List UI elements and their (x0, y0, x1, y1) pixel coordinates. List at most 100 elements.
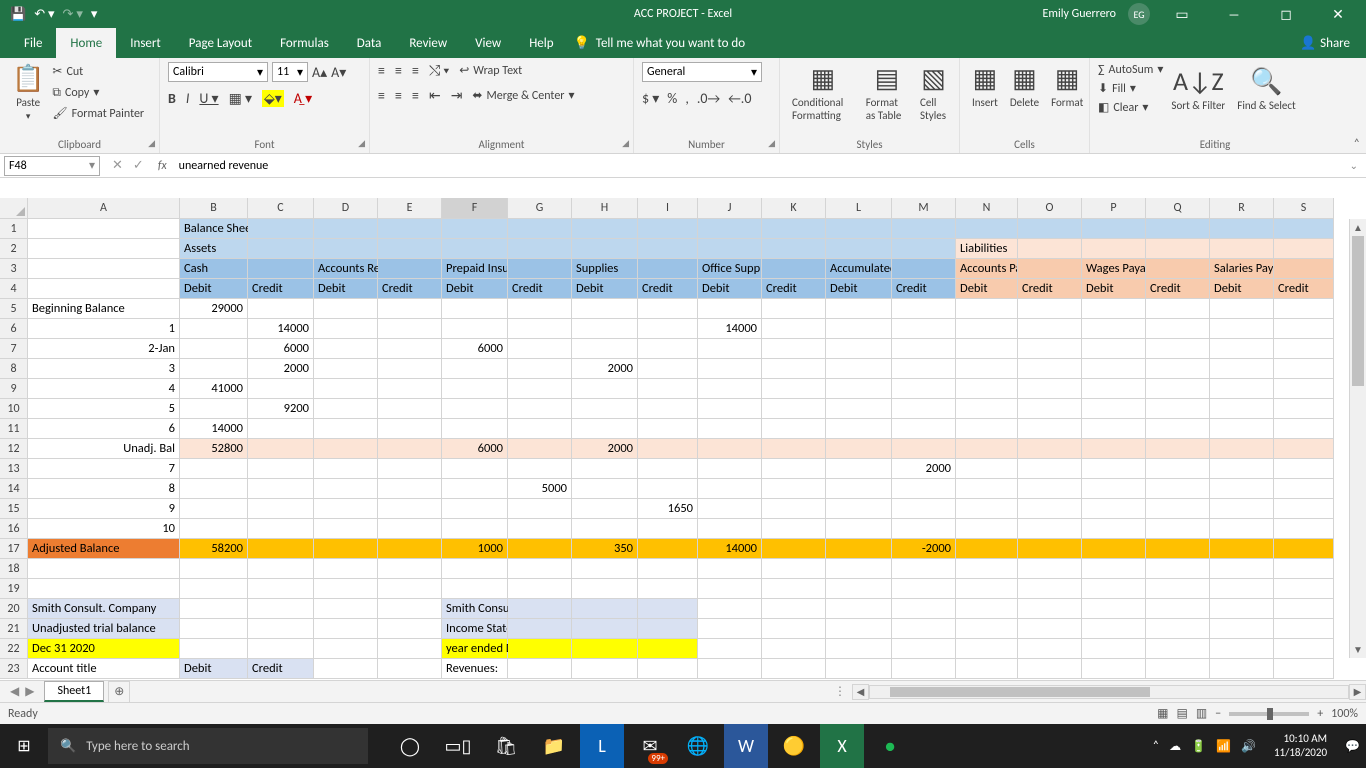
cell-F7[interactable]: 6000 (442, 339, 508, 359)
cell-E19[interactable] (378, 579, 442, 599)
cell-C17[interactable] (248, 539, 314, 559)
cell-Q17[interactable] (1146, 539, 1210, 559)
cell-N2[interactable]: Liabilities (956, 239, 1018, 259)
vertical-scrollbar[interactable]: ▲ ▼ (1349, 219, 1366, 658)
cell-C11[interactable] (248, 419, 314, 439)
find-select-button[interactable]: 🔍Find & Select (1233, 65, 1299, 112)
copy-button[interactable]: ⧉Copy ▾ (52, 85, 144, 100)
cell-O9[interactable] (1018, 379, 1082, 399)
cell-A2[interactable] (28, 239, 180, 259)
cell-H11[interactable] (572, 419, 638, 439)
cell-Q10[interactable] (1146, 399, 1210, 419)
cell-C5[interactable] (248, 299, 314, 319)
cell-S18[interactable] (1274, 559, 1334, 579)
colhead-O[interactable]: O (1018, 198, 1082, 219)
colhead-J[interactable]: J (698, 198, 762, 219)
cell-D15[interactable] (314, 499, 378, 519)
tab-home[interactable]: Home (56, 28, 116, 58)
cell-R3[interactable]: Salaries Payable (1210, 259, 1274, 279)
cell-I5[interactable] (638, 299, 698, 319)
zoom-slider[interactable] (1229, 712, 1309, 716)
task-view-icon[interactable]: ▭▯ (436, 724, 480, 768)
cell-M5[interactable] (892, 299, 956, 319)
wifi-icon[interactable]: 📶 (1216, 739, 1231, 754)
user-name[interactable]: Emily Guerrero (1043, 7, 1116, 21)
tray-expand-icon[interactable]: ˄ (1153, 739, 1159, 753)
cell-J17[interactable]: 14000 (698, 539, 762, 559)
cell-L12[interactable] (826, 439, 892, 459)
normal-view-icon[interactable]: ▦ (1157, 706, 1168, 721)
underline-button[interactable]: U ▾ (199, 90, 218, 107)
cell-E23[interactable] (378, 659, 442, 679)
cell-G16[interactable] (508, 519, 572, 539)
chrome-icon[interactable]: 🟡 (772, 724, 816, 768)
sheet-next-icon[interactable]: ▶ (25, 684, 34, 699)
cell-B11[interactable]: 14000 (180, 419, 248, 439)
cell-H5[interactable] (572, 299, 638, 319)
rowhead-21[interactable]: 21 (0, 619, 28, 639)
cell-M2[interactable] (892, 239, 956, 259)
page-layout-view-icon[interactable]: ▤ (1177, 706, 1188, 721)
colhead-R[interactable]: R (1210, 198, 1274, 219)
cell-D1[interactable] (314, 219, 378, 239)
cell-E12[interactable] (378, 439, 442, 459)
cell-S17[interactable] (1274, 539, 1334, 559)
cell-K7[interactable] (762, 339, 826, 359)
cell-I13[interactable] (638, 459, 698, 479)
insert-cells-button[interactable]: ▦Insert (968, 62, 1002, 109)
colhead-M[interactable]: M (892, 198, 956, 219)
cell-Q18[interactable] (1146, 559, 1210, 579)
cell-I16[interactable] (638, 519, 698, 539)
cell-C7[interactable]: 6000 (248, 339, 314, 359)
cell-G14[interactable]: 5000 (508, 479, 572, 499)
cell-M6[interactable] (892, 319, 956, 339)
cell-K4[interactable]: Credit (762, 279, 826, 299)
clear-button[interactable]: ◧Clear ▾ (1098, 100, 1163, 115)
cortana-icon[interactable]: ◯ (388, 724, 432, 768)
cell-F17[interactable]: 1000 (442, 539, 508, 559)
cell-F23[interactable]: Revenues: (442, 659, 508, 679)
zoom-out-icon[interactable]: − (1215, 707, 1221, 721)
cell-R20[interactable] (1210, 599, 1274, 619)
cell-F12[interactable]: 6000 (442, 439, 508, 459)
cell-K13[interactable] (762, 459, 826, 479)
cell-I14[interactable] (638, 479, 698, 499)
cell-A18[interactable] (28, 559, 180, 579)
cell-A11[interactable]: 6 (28, 419, 180, 439)
cell-M13[interactable]: 2000 (892, 459, 956, 479)
cell-G10[interactable] (508, 399, 572, 419)
cell-K9[interactable] (762, 379, 826, 399)
cell-J15[interactable] (698, 499, 762, 519)
border-button[interactable]: ▦ ▾ (229, 90, 252, 107)
colhead-L[interactable]: L (826, 198, 892, 219)
cell-R1[interactable] (1210, 219, 1274, 239)
align-right-icon[interactable]: ≡ (412, 87, 419, 104)
scroll-down-icon[interactable]: ▼ (1350, 641, 1366, 658)
cell-J10[interactable] (698, 399, 762, 419)
cell-G18[interactable] (508, 559, 572, 579)
cell-S12[interactable] (1274, 439, 1334, 459)
cell-N12[interactable] (956, 439, 1018, 459)
cell-P13[interactable] (1082, 459, 1146, 479)
cell-J1[interactable] (698, 219, 762, 239)
cell-A10[interactable]: 5 (28, 399, 180, 419)
cell-G13[interactable] (508, 459, 572, 479)
cell-L4[interactable]: Debit (826, 279, 892, 299)
cell-G12[interactable] (508, 439, 572, 459)
cell-O11[interactable] (1018, 419, 1082, 439)
cell-E11[interactable] (378, 419, 442, 439)
cell-I4[interactable]: Credit (638, 279, 698, 299)
cell-A21[interactable]: Unadjusted trial balance (28, 619, 180, 639)
merge-center-button[interactable]: ⬌Merge & Center ▾ (472, 88, 574, 103)
colhead-B[interactable]: B (180, 198, 248, 219)
font-launcher-icon[interactable]: ◢ (358, 138, 365, 149)
cell-H23[interactable] (572, 659, 638, 679)
cell-M11[interactable] (892, 419, 956, 439)
cell-L23[interactable] (826, 659, 892, 679)
cell-E9[interactable] (378, 379, 442, 399)
cell-S23[interactable] (1274, 659, 1334, 679)
cell-R15[interactable] (1210, 499, 1274, 519)
align-center-icon[interactable]: ≡ (395, 87, 402, 104)
cell-S20[interactable] (1274, 599, 1334, 619)
save-icon[interactable]: 💾 (10, 7, 26, 22)
